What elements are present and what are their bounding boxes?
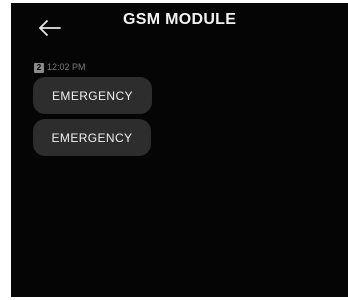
message-bubble[interactable]: EMERGENCY <box>33 77 152 114</box>
message-screen: GSM MODULE 2 12:02 PM EMERGENCY EMERGENC… <box>11 3 348 297</box>
page-title: GSM MODULE <box>123 11 237 28</box>
arrow-left-icon <box>39 20 61 36</box>
message-meta: 2 12:02 PM <box>34 62 86 73</box>
back-button[interactable] <box>37 19 63 37</box>
top-app-bar: GSM MODULE <box>11 3 348 49</box>
message-bubble[interactable]: EMERGENCY <box>33 119 151 156</box>
message-timestamp: 12:02 PM <box>47 62 86 72</box>
sim-icon: 2 <box>34 62 44 73</box>
